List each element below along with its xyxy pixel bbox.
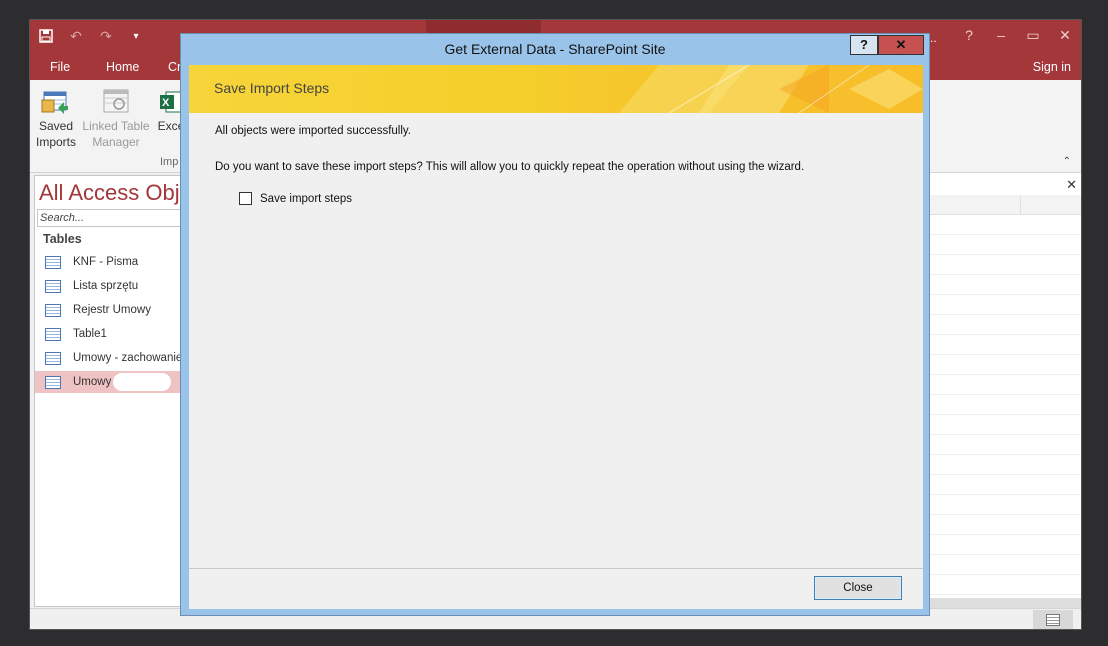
datasheet-row — [930, 415, 1081, 435]
nav-item-label: Rejestr Umowy — [73, 304, 151, 316]
redo-icon[interactable]: ↷ — [96, 26, 116, 46]
quick-access-toolbar: ↶ ↷ ▾ — [36, 26, 146, 46]
datasheet-row — [930, 475, 1081, 495]
datasheet-row — [930, 335, 1081, 355]
save-import-steps-option[interactable]: Save import steps — [239, 192, 352, 205]
saved-imports-icon — [40, 86, 72, 116]
datasheet-header — [930, 195, 1081, 215]
customize-qat-icon[interactable]: ▾ — [126, 26, 146, 46]
datasheet-row — [930, 395, 1081, 415]
nav-item-table[interactable]: Table1 — [35, 323, 181, 345]
dialog-body: Save Import Steps All objects were impor… — [189, 65, 923, 609]
redacted-text — [113, 373, 172, 391]
table-icon — [45, 255, 61, 269]
banner-title: Save Import Steps — [214, 80, 330, 96]
saved-imports-button[interactable]: Saved Imports — [36, 86, 76, 150]
tab-home[interactable]: Home — [106, 60, 139, 74]
wizard-banner: Save Import Steps — [189, 65, 923, 113]
datasheet-row — [930, 215, 1081, 235]
table-icon — [45, 279, 61, 293]
datasheet-view-icon — [1046, 614, 1060, 626]
tab-file[interactable]: File — [50, 60, 70, 74]
document-area: ✕ — [930, 173, 1081, 613]
datasheet-row — [930, 255, 1081, 275]
datasheet-row — [930, 275, 1081, 295]
nav-item-label: Table1 — [73, 328, 107, 340]
nav-item-table[interactable]: KNF - Pisma — [35, 251, 181, 273]
table-icon — [45, 351, 61, 365]
saved-imports-label-1: Saved — [38, 119, 74, 133]
close-document-icon[interactable]: ✕ — [1066, 177, 1077, 193]
navigation-pane: All Access Obje Search... Tables KNF - P… — [34, 175, 182, 607]
success-message: All objects were imported successfully. — [215, 125, 411, 137]
nav-item-label: Lista sprzętu — [73, 280, 139, 292]
datasheet-row — [930, 295, 1081, 315]
restore-icon[interactable]: ▭ — [1025, 26, 1041, 44]
linked-table-manager-icon — [100, 86, 132, 116]
saved-imports-label-2: Imports — [36, 135, 77, 149]
nav-group-tables[interactable]: Tables — [43, 232, 82, 246]
save-import-steps-checkbox[interactable] — [239, 192, 252, 205]
save-icon[interactable] — [36, 26, 56, 46]
minimize-icon[interactable]: – — [993, 26, 1009, 44]
linked-table-manager-button[interactable]: Linked Table Manager — [80, 86, 152, 150]
dialog-separator — [189, 568, 923, 569]
close-icon[interactable]: ✕ — [1057, 26, 1073, 44]
datasheet-row — [930, 495, 1081, 515]
column-divider — [1020, 195, 1021, 215]
datasheet-row — [930, 235, 1081, 255]
nav-item-label: Umowy — [73, 376, 112, 388]
nav-item-table[interactable]: Rejestr Umowy — [35, 299, 181, 321]
sign-in-link[interactable]: Sign in — [1033, 60, 1071, 74]
nav-item-label: KNF - Pisma — [73, 256, 139, 268]
datasheet-row — [930, 555, 1081, 575]
close-button[interactable]: Close — [814, 576, 902, 600]
nav-item-table[interactable]: Umowy - zachowanie — [35, 347, 182, 369]
window-controls: ? – ▭ ✕ — [961, 26, 1073, 44]
datasheet-view-button[interactable] — [1033, 610, 1073, 629]
dialog-help-button[interactable]: ? — [850, 35, 878, 55]
collapse-ribbon-icon[interactable]: ⌃ — [1063, 156, 1071, 167]
datasheet-row — [930, 315, 1081, 335]
table-icon — [45, 327, 61, 341]
datasheet-row — [930, 455, 1081, 475]
nav-pane-title[interactable]: All Access Obje — [39, 180, 181, 206]
linked-table-label-2: Manager — [92, 135, 140, 149]
svg-text:X: X — [162, 97, 170, 109]
save-import-steps-label[interactable]: Save import steps — [260, 193, 352, 205]
nav-item-label: Umowy - zachowanie — [73, 352, 182, 364]
datasheet-row — [930, 515, 1081, 535]
nav-item-table[interactable]: Lista sprzętu — [35, 275, 181, 297]
nav-item-table-selected[interactable]: Umowy — [35, 371, 181, 393]
datasheet-row — [930, 575, 1081, 595]
dialog-close-icon[interactable]: ✕ — [878, 35, 924, 55]
help-icon[interactable]: ? — [961, 26, 977, 44]
datasheet-row — [930, 535, 1081, 555]
get-external-data-dialog: Get External Data - SharePoint Site ? ✕ … — [180, 33, 930, 616]
horizontal-scrollbar[interactable] — [930, 598, 1081, 608]
import-group-label: Imp — [160, 156, 179, 168]
undo-icon[interactable]: ↶ — [66, 26, 86, 46]
table-icon — [45, 375, 61, 389]
save-prompt-message: Do you want to save these import steps? … — [215, 161, 805, 173]
datasheet-row — [930, 375, 1081, 395]
datasheet-row — [930, 435, 1081, 455]
dialog-title: Get External Data - SharePoint Site — [444, 41, 666, 57]
datasheet-row — [930, 355, 1081, 375]
table-icon — [45, 303, 61, 317]
nav-search-input[interactable]: Search... — [37, 209, 181, 227]
linked-table-label-1: Linked Table — [82, 119, 150, 133]
